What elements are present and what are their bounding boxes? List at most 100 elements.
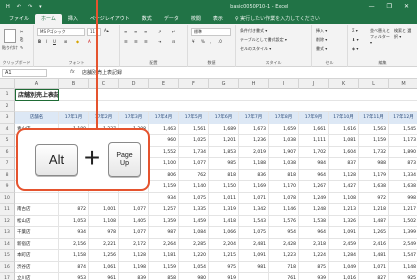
sales-cell[interactable]: 2,416 <box>359 238 389 250</box>
sales-cell[interactable]: 1,319 <box>209 204 239 216</box>
restore-button[interactable]: ❐ <box>387 3 392 10</box>
sales-cell[interactable]: 1,128 <box>119 250 149 262</box>
sales-cell[interactable]: 984 <box>299 158 329 170</box>
sales-cell[interactable]: 1,659 <box>269 123 299 135</box>
sales-cell[interactable]: 1,066 <box>209 227 239 239</box>
sales-cell[interactable]: 1,223 <box>269 250 299 262</box>
sales-cell[interactable]: 1,053 <box>59 215 89 227</box>
sales-cell[interactable]: 1,061 <box>89 261 119 273</box>
format-painter-icon[interactable]: ✎ <box>20 45 23 50</box>
row-header[interactable]: 9 <box>0 181 15 193</box>
align-right-icon[interactable]: ☰ <box>144 39 148 44</box>
sales-cell[interactable]: 978 <box>89 227 119 239</box>
sales-cell[interactable]: 2,156 <box>59 238 89 250</box>
sales-cell[interactable]: 1,159 <box>149 261 179 273</box>
sales-cell[interactable]: 1,543 <box>239 215 269 227</box>
sheet-title-cell[interactable]: 店舗別売上表記録 <box>15 89 59 101</box>
tab-insert[interactable]: 挿入 <box>62 14 84 24</box>
sales-cell[interactable]: 762 <box>179 169 209 181</box>
sales-cell[interactable] <box>239 273 269 280</box>
tab-review[interactable]: 校閲 <box>185 14 207 24</box>
column-header[interactable]: G <box>209 79 239 89</box>
redo-icon[interactable]: ↷ <box>28 4 32 10</box>
sales-cell[interactable]: 1,265 <box>359 227 389 239</box>
close-button[interactable]: ✕ <box>404 3 409 10</box>
sales-cell[interactable]: 1,249 <box>299 192 329 204</box>
font-name-box[interactable]: MS Pゴシック <box>37 28 85 36</box>
sales-cell[interactable]: 1,181 <box>149 250 179 262</box>
bold-button[interactable]: B <box>38 39 41 44</box>
tab-view[interactable]: 表示 <box>207 14 229 24</box>
select-all-corner[interactable] <box>0 79 15 89</box>
row-header[interactable]: 16 <box>0 261 15 273</box>
sales-cell[interactable]: 1,459 <box>179 215 209 227</box>
column-header[interactable]: M <box>389 79 417 89</box>
sales-cell[interactable]: 1,011 <box>209 192 239 204</box>
sales-cell[interactable]: 1,334 <box>389 170 417 182</box>
sales-cell[interactable]: 1,547 <box>389 250 417 262</box>
align-bottom-icon[interactable]: ≡ <box>144 29 147 34</box>
row-header[interactable]: 2 <box>0 100 15 112</box>
sales-cell[interactable]: 2,481 <box>239 238 269 250</box>
undo-icon[interactable]: ↶ <box>17 4 21 10</box>
sales-cell[interactable]: 1,604 <box>329 146 359 158</box>
header-cell[interactable]: 17年7月 <box>239 112 269 124</box>
column-header[interactable]: J <box>299 79 329 89</box>
underline-button[interactable]: U <box>53 39 56 44</box>
sales-cell[interactable]: 1,198 <box>119 261 149 273</box>
sales-cell[interactable]: 2,318 <box>299 238 329 250</box>
align-top-icon[interactable]: ≡ <box>124 29 127 34</box>
sales-cell[interactable]: 1,108 <box>329 192 359 204</box>
tab-page-layout[interactable]: ページレイアウト <box>84 14 136 24</box>
column-header[interactable]: F <box>179 79 209 89</box>
sales-cell[interactable]: 839 <box>119 273 149 280</box>
sales-cell[interactable]: 858 <box>149 273 179 280</box>
sales-cell[interactable]: 1,188 <box>239 158 269 170</box>
copy-icon[interactable]: ⎘ <box>20 37 23 42</box>
sales-cell[interactable]: 1,108 <box>89 215 119 227</box>
name-box[interactable]: A1 <box>2 69 47 77</box>
column-header[interactable]: A <box>15 79 59 89</box>
sales-cell[interactable]: 1,049 <box>329 261 359 273</box>
store-name-cell[interactable] <box>15 192 59 204</box>
sales-cell[interactable]: 874 <box>59 261 89 273</box>
sales-cell[interactable]: 1,236 <box>239 135 269 147</box>
insert-cells-button[interactable]: 挿入 ▾ <box>316 28 327 34</box>
sales-cell[interactable]: 1,213 <box>329 204 359 216</box>
row-header[interactable]: 6 <box>0 146 15 158</box>
row-header[interactable]: 17 <box>0 273 15 280</box>
sales-cell[interactable]: 1,091 <box>239 250 269 262</box>
row-header[interactable]: 12 <box>0 215 15 227</box>
sales-cell[interactable]: 1,220 <box>179 250 209 262</box>
sort-filter-button[interactable]: 並べ替えと フィルター ▾ <box>370 28 392 45</box>
delete-cells-button[interactable]: 削除 ▾ <box>316 37 327 43</box>
tell-me-search[interactable]: ♀ 実行したい作業を入力してください <box>235 14 320 24</box>
sales-cell[interactable]: 1,853 <box>209 146 239 158</box>
sales-cell[interactable]: 1,077 <box>119 227 149 239</box>
sales-cell[interactable]: 934 <box>59 227 89 239</box>
sales-cell[interactable]: 1,224 <box>299 250 329 262</box>
tab-file[interactable]: ファイル <box>3 14 35 24</box>
column-header[interactable]: C <box>89 79 119 89</box>
fill-color-icon[interactable]: ◆ <box>76 39 79 44</box>
sales-cell[interactable]: 1,576 <box>269 215 299 227</box>
sales-cell[interactable]: 1,159 <box>149 181 179 193</box>
sales-cell[interactable]: 1,702 <box>299 146 329 158</box>
save-icon[interactable]: H <box>6 4 10 10</box>
store-name-cell[interactable]: 立川店 <box>15 273 59 280</box>
sales-cell[interactable]: 1,025 <box>179 135 209 147</box>
sales-cell[interactable]: 1,342 <box>239 204 269 216</box>
sales-cell[interactable]: 1,689 <box>209 123 239 135</box>
sales-cell[interactable]: 2,264 <box>149 238 179 250</box>
sales-cell[interactable]: 1,405 <box>119 215 149 227</box>
sales-cell[interactable]: 1,075 <box>179 192 209 204</box>
row-header[interactable]: 3 <box>0 112 15 124</box>
row-header[interactable]: 15 <box>0 250 15 262</box>
header-cell[interactable]: 17年10月 <box>329 112 359 124</box>
row-header[interactable]: 13 <box>0 227 15 239</box>
sales-cell[interactable]: 1,638 <box>359 181 389 193</box>
sales-cell[interactable]: 1,075 <box>239 227 269 239</box>
comma-icon[interactable]: , <box>210 39 211 44</box>
header-cell[interactable]: 店舗名 <box>15 112 59 124</box>
align-middle-icon[interactable]: ≡ <box>134 29 137 34</box>
